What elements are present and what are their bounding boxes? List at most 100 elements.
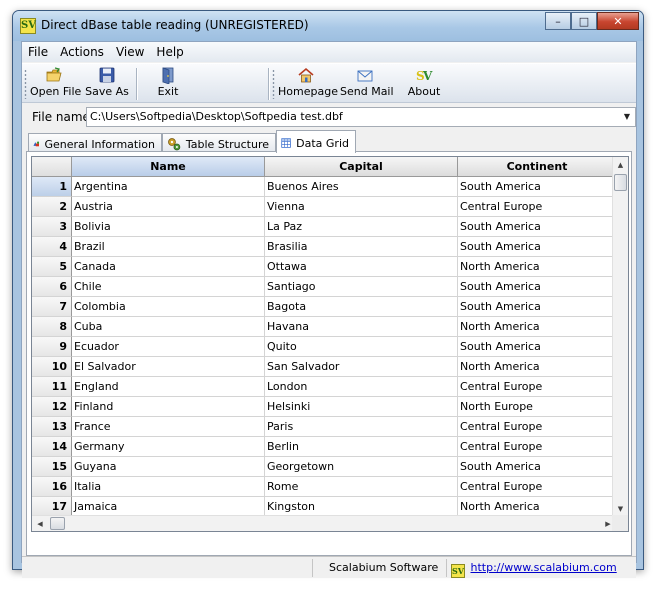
continent-cell[interactable]: North America (458, 357, 616, 377)
row-number-cell[interactable]: 17 (32, 497, 72, 517)
capital-cell[interactable]: Buenos Aires (265, 177, 458, 197)
row-number-cell[interactable]: 4 (32, 237, 72, 257)
name-cell[interactable]: Guyana (72, 457, 265, 477)
title-bar[interactable]: SV Direct dBase table reading (UNREGISTE… (13, 11, 643, 41)
vertical-scroll-thumb[interactable] (614, 174, 627, 191)
row-number-cell[interactable]: 11 (32, 377, 72, 397)
menu-help[interactable]: Help (150, 45, 189, 59)
table-row[interactable]: 17 Jamaica Kingston North America (32, 497, 616, 517)
row-number-cell[interactable]: 8 (32, 317, 72, 337)
table-row[interactable]: 7 Colombia Bagota South America (32, 297, 616, 317)
continent-cell[interactable]: South America (458, 297, 616, 317)
name-cell[interactable]: Germany (72, 437, 265, 457)
table-row[interactable]: 15 Guyana Georgetown South America (32, 457, 616, 477)
name-cell[interactable]: El Salvador (72, 357, 265, 377)
column-header-capital[interactable]: Capital (265, 157, 458, 177)
continent-cell[interactable]: North America (458, 497, 616, 517)
continent-cell[interactable]: South America (458, 217, 616, 237)
capital-cell[interactable]: La Paz (265, 217, 458, 237)
continent-cell[interactable]: South America (458, 337, 616, 357)
table-row[interactable]: 4 Brazil Brasilia South America (32, 237, 616, 257)
row-number-cell[interactable]: 3 (32, 217, 72, 237)
capital-cell[interactable]: Quito (265, 337, 458, 357)
continent-cell[interactable]: North America (458, 257, 616, 277)
horizontal-scrollbar[interactable]: ◀ ▶ (32, 515, 616, 531)
capital-cell[interactable]: Paris (265, 417, 458, 437)
table-row[interactable]: 1 Argentina Buenos Aires South America (32, 177, 616, 197)
row-number-cell[interactable]: 9 (32, 337, 72, 357)
table-row[interactable]: 16 Italia Rome Central Europe (32, 477, 616, 497)
name-cell[interactable]: Brazil (72, 237, 265, 257)
capital-cell[interactable]: London (265, 377, 458, 397)
homepage-button[interactable]: Homepage (278, 66, 338, 102)
data-grid[interactable]: Name Capital Continent 1 Argentina Buenos … (31, 156, 629, 532)
horizontal-scroll-thumb[interactable] (50, 517, 65, 530)
capital-cell[interactable]: Georgetown (265, 457, 458, 477)
toolbar-grip[interactable] (24, 69, 27, 99)
table-row[interactable]: 6 Chile Santiago South America (32, 277, 616, 297)
row-number-cell[interactable]: 14 (32, 437, 72, 457)
toolbar-grip[interactable] (272, 69, 275, 99)
continent-cell[interactable]: Central Europe (458, 377, 616, 397)
table-row[interactable]: 13 France Paris Central Europe (32, 417, 616, 437)
name-cell[interactable]: England (72, 377, 265, 397)
capital-cell[interactable]: Kingston (265, 497, 458, 517)
scroll-left-icon[interactable]: ◀ (32, 516, 48, 531)
menu-actions[interactable]: Actions (54, 45, 110, 59)
app-icon[interactable]: SV (20, 18, 36, 34)
row-number-cell[interactable]: 13 (32, 417, 72, 437)
table-row[interactable]: 5 Canada Ottawa North America (32, 257, 616, 277)
continent-cell[interactable]: Central Europe (458, 417, 616, 437)
row-number-cell[interactable]: 5 (32, 257, 72, 277)
name-cell[interactable]: Italia (72, 477, 265, 497)
close-button[interactable]: ✕ (597, 12, 639, 30)
homepage-link[interactable]: http://www.scalabium.com (471, 561, 617, 574)
menu-view[interactable]: View (110, 45, 150, 59)
capital-cell[interactable]: Brasilia (265, 237, 458, 257)
scroll-up-icon[interactable]: ▲ (613, 157, 628, 173)
menu-file[interactable]: File (22, 45, 54, 59)
table-row[interactable]: 12 Finland Helsinki North Europe (32, 397, 616, 417)
dropdown-arrow-icon[interactable]: ▼ (619, 108, 635, 126)
name-cell[interactable]: Ecuador (72, 337, 265, 357)
name-cell[interactable]: Jamaica (72, 497, 265, 517)
table-row[interactable]: 8 Cuba Havana North America (32, 317, 616, 337)
continent-cell[interactable]: North America (458, 317, 616, 337)
name-cell[interactable]: Finland (72, 397, 265, 417)
name-cell[interactable]: France (72, 417, 265, 437)
table-row[interactable]: 3 Bolivia La Paz South America (32, 217, 616, 237)
continent-cell[interactable]: South America (458, 237, 616, 257)
capital-cell[interactable]: San Salvador (265, 357, 458, 377)
capital-cell[interactable]: Rome (265, 477, 458, 497)
row-number-cell[interactable]: 15 (32, 457, 72, 477)
name-cell[interactable]: Austria (72, 197, 265, 217)
column-header-continent[interactable]: Continent (458, 157, 616, 177)
continent-cell[interactable]: Central Europe (458, 197, 616, 217)
column-header-name[interactable]: Name (72, 157, 265, 177)
tab-table-structure[interactable]: Table Structure (162, 133, 276, 152)
grid-corner[interactable] (32, 157, 72, 177)
continent-cell[interactable]: Central Europe (458, 477, 616, 497)
capital-cell[interactable]: Santiago (265, 277, 458, 297)
tab-data-grid[interactable]: Data Grid (276, 130, 356, 153)
capital-cell[interactable]: Bagota (265, 297, 458, 317)
row-number-cell[interactable]: 2 (32, 197, 72, 217)
about-button[interactable]: S V About (406, 66, 442, 102)
vertical-scrollbar[interactable]: ▲ ▼ (612, 157, 628, 517)
capital-cell[interactable]: Havana (265, 317, 458, 337)
name-cell[interactable]: Bolivia (72, 217, 265, 237)
row-number-cell[interactable]: 1 (32, 177, 72, 197)
capital-cell[interactable]: Vienna (265, 197, 458, 217)
tab-general-information[interactable]: General Information (28, 133, 162, 152)
exit-button[interactable]: Exit (152, 66, 184, 102)
table-row[interactable]: 9 Ecuador Quito South America (32, 337, 616, 357)
minimize-button[interactable]: – (545, 12, 571, 30)
table-row[interactable]: 2 Austria Vienna Central Europe (32, 197, 616, 217)
table-row[interactable]: 10 El Salvador San Salvador North America (32, 357, 616, 377)
row-number-cell[interactable]: 12 (32, 397, 72, 417)
name-cell[interactable]: Canada (72, 257, 265, 277)
send-mail-button[interactable]: Send Mail (340, 66, 394, 102)
continent-cell[interactable]: North Europe (458, 397, 616, 417)
table-row[interactable]: 14 Germany Berlin Central Europe (32, 437, 616, 457)
continent-cell[interactable]: South America (458, 177, 616, 197)
